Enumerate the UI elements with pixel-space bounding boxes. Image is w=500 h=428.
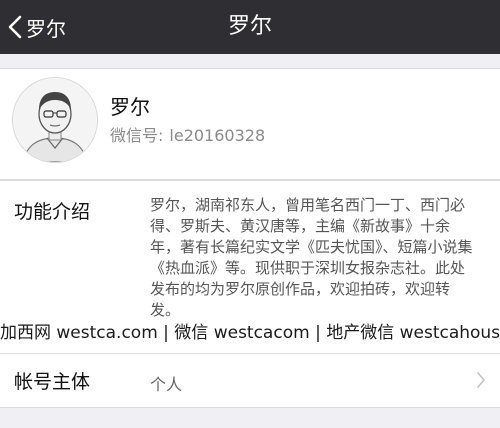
wechat-id-line: 微信号: le20160328 [110, 122, 265, 146]
page-title: 罗尔 [227, 14, 272, 39]
intro-text: 罗尔，湖南祁东人，曾用笔名西门一丁、西门必得、罗斯夫、黄汉唐等，主编《新故事》十… [150, 196, 473, 319]
intro-label: 功能介绍 [14, 201, 91, 223]
account-owner-value: 个人 [150, 375, 183, 394]
profile-card: 罗尔 微信号: le20160328 [0, 68, 500, 180]
wechat-id-value: le20160328 [169, 126, 266, 145]
account-owner-label: 帐号主体 [14, 371, 91, 393]
chevron-right-icon [477, 372, 485, 388]
navigation-bar: 罗尔 罗尔 [0, 0, 500, 54]
profile-name: 罗尔 [110, 95, 150, 119]
watermark-text: 加西网 westca.com | 微信 westcacom | 地产微信 wes… [0, 323, 500, 343]
wechat-id-label: 微信号: [110, 126, 164, 145]
account-info-card: 功能介绍 罗尔，湖南祁东人，曾用笔名西门一丁、西门必得、罗斯夫、黄汉唐等，主编《… [0, 180, 500, 408]
avatar-sketch [13, 78, 97, 162]
avatar[interactable] [12, 77, 98, 163]
account-owner-row[interactable]: 帐号主体 个人 [0, 354, 500, 407]
